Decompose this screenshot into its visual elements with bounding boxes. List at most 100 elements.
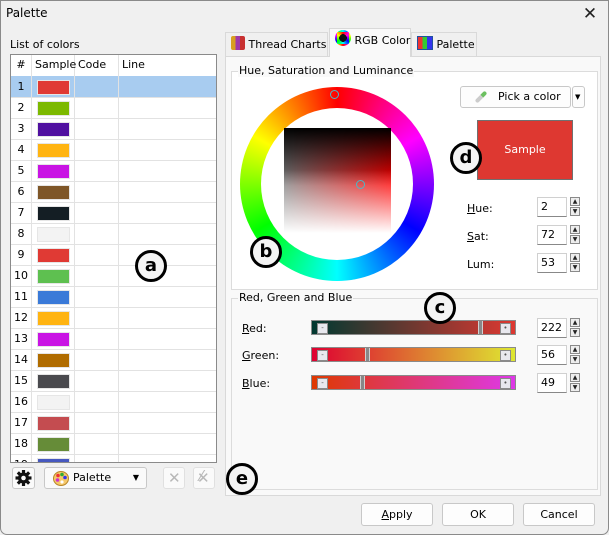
list-item[interactable]: 8: [11, 223, 216, 245]
lum-input[interactable]: 53: [537, 253, 567, 273]
row-code: [75, 160, 119, 181]
row-line: [119, 118, 216, 139]
sat-spinner[interactable]: ▲ ▼: [570, 225, 580, 245]
sat-lum-marker[interactable]: [356, 180, 365, 189]
row-number: 12: [11, 307, 32, 328]
tab-rgb-color[interactable]: RGB Color: [329, 28, 411, 57]
chevron-down-icon: ▼: [575, 93, 581, 101]
callout-b: b: [250, 236, 282, 268]
column-header-number[interactable]: #: [11, 55, 32, 76]
blue-spinner[interactable]: ▲ ▼: [570, 373, 580, 393]
green-slider-thumb[interactable]: [365, 348, 370, 361]
row-number: 14: [11, 349, 32, 370]
settings-button[interactable]: [12, 467, 35, 489]
row-code: [75, 286, 119, 307]
decrement-icon[interactable]: -: [317, 378, 328, 389]
row-code: [75, 202, 119, 223]
decrement-icon[interactable]: -: [317, 323, 328, 334]
list-item[interactable]: 7: [11, 202, 216, 224]
row-sample: [32, 349, 75, 370]
red-slider-thumb[interactable]: [478, 321, 483, 334]
increment-icon[interactable]: •: [500, 323, 511, 334]
ok-button[interactable]: OK: [442, 503, 514, 526]
decrement-icon[interactable]: -: [317, 350, 328, 361]
row-sample: [32, 454, 75, 462]
lum-spinner[interactable]: ▲ ▼: [570, 253, 580, 273]
delete-all-button[interactable]: ✕ ⁄: [193, 467, 215, 489]
list-item[interactable]: 18: [11, 433, 216, 455]
spin-up-icon: ▲: [570, 373, 580, 382]
red-slider[interactable]: - •: [311, 320, 516, 335]
hue-input[interactable]: 2: [537, 197, 567, 217]
list-item[interactable]: 5: [11, 160, 216, 182]
close-icon[interactable]: ✕: [580, 4, 600, 24]
blue-slider[interactable]: - •: [311, 375, 516, 390]
column-header-sample[interactable]: Sample: [32, 55, 76, 76]
row-code: [75, 265, 119, 286]
list-item[interactable]: 4: [11, 139, 216, 161]
column-header-code[interactable]: Code: [75, 55, 119, 76]
list-item[interactable]: 6: [11, 181, 216, 203]
saturation-luminance-square[interactable]: [284, 128, 391, 233]
pick-color-button[interactable]: Pick a color: [460, 86, 571, 108]
color-swatch: [37, 143, 70, 158]
list-item[interactable]: 13: [11, 328, 216, 350]
row-number: 1: [11, 76, 32, 97]
row-code: [75, 328, 119, 349]
color-swatch: [37, 185, 70, 200]
spin-down-icon: ▼: [570, 328, 580, 337]
row-line: [119, 244, 216, 265]
list-item[interactable]: 10: [11, 265, 216, 287]
list-item[interactable]: 3: [11, 118, 216, 140]
hue-spinner[interactable]: ▲ ▼: [570, 197, 580, 217]
list-label: List of colors: [10, 38, 80, 51]
sat-input[interactable]: 72: [537, 225, 567, 245]
color-swatch: [37, 437, 70, 452]
red-spinner[interactable]: ▲ ▼: [570, 318, 580, 338]
color-list[interactable]: # Sample Code Line 1 2 3 4 5 6 7 8 9 10 11 12 13 14 15…: [10, 54, 217, 463]
tab-palette[interactable]: Palette: [411, 32, 477, 56]
row-code: [75, 76, 119, 97]
list-item[interactable]: 17: [11, 412, 216, 434]
palette-dropdown[interactable]: Palette ▼: [44, 467, 147, 489]
red-input[interactable]: 222: [537, 318, 567, 338]
row-sample: [32, 139, 75, 160]
row-line: [119, 286, 216, 307]
apply-button[interactable]: Apply: [361, 503, 433, 526]
row-sample: [32, 328, 75, 349]
row-line: [119, 223, 216, 244]
color-swatch: [37, 311, 70, 326]
spin-up-icon: ▲: [570, 253, 580, 262]
row-code: [75, 433, 119, 454]
pick-color-dropdown[interactable]: ▼: [572, 86, 585, 108]
tab-thread-charts[interactable]: Thread Charts: [225, 32, 328, 56]
hue-marker[interactable]: [330, 90, 339, 99]
row-number: 8: [11, 223, 32, 244]
green-input[interactable]: 56: [537, 345, 567, 365]
callout-d: d: [450, 142, 482, 174]
list-item[interactable]: 2: [11, 97, 216, 119]
list-item[interactable]: 15: [11, 370, 216, 392]
column-header-line[interactable]: Line: [119, 55, 216, 76]
spin-down-icon: ▼: [570, 263, 580, 272]
tab-label: Palette: [436, 38, 475, 51]
row-code: [75, 181, 119, 202]
cancel-button[interactable]: Cancel: [523, 503, 595, 526]
palette-icon: [53, 471, 69, 486]
delete-button[interactable]: ✕: [163, 467, 185, 489]
list-item[interactable]: 1: [11, 76, 216, 98]
row-sample: [32, 433, 75, 454]
blue-input[interactable]: 49: [537, 373, 567, 393]
list-item[interactable]: 9: [11, 244, 216, 266]
list-item[interactable]: 11: [11, 286, 216, 308]
list-item[interactable]: 19: [11, 454, 216, 462]
increment-icon[interactable]: •: [500, 378, 511, 389]
blue-slider-thumb[interactable]: [360, 376, 365, 389]
list-item[interactable]: 12: [11, 307, 216, 329]
green-slider[interactable]: - •: [311, 347, 516, 362]
list-item[interactable]: 16: [11, 391, 216, 413]
row-line: [119, 160, 216, 181]
list-item[interactable]: 14: [11, 349, 216, 371]
increment-icon[interactable]: •: [500, 350, 511, 361]
green-spinner[interactable]: ▲ ▼: [570, 345, 580, 365]
